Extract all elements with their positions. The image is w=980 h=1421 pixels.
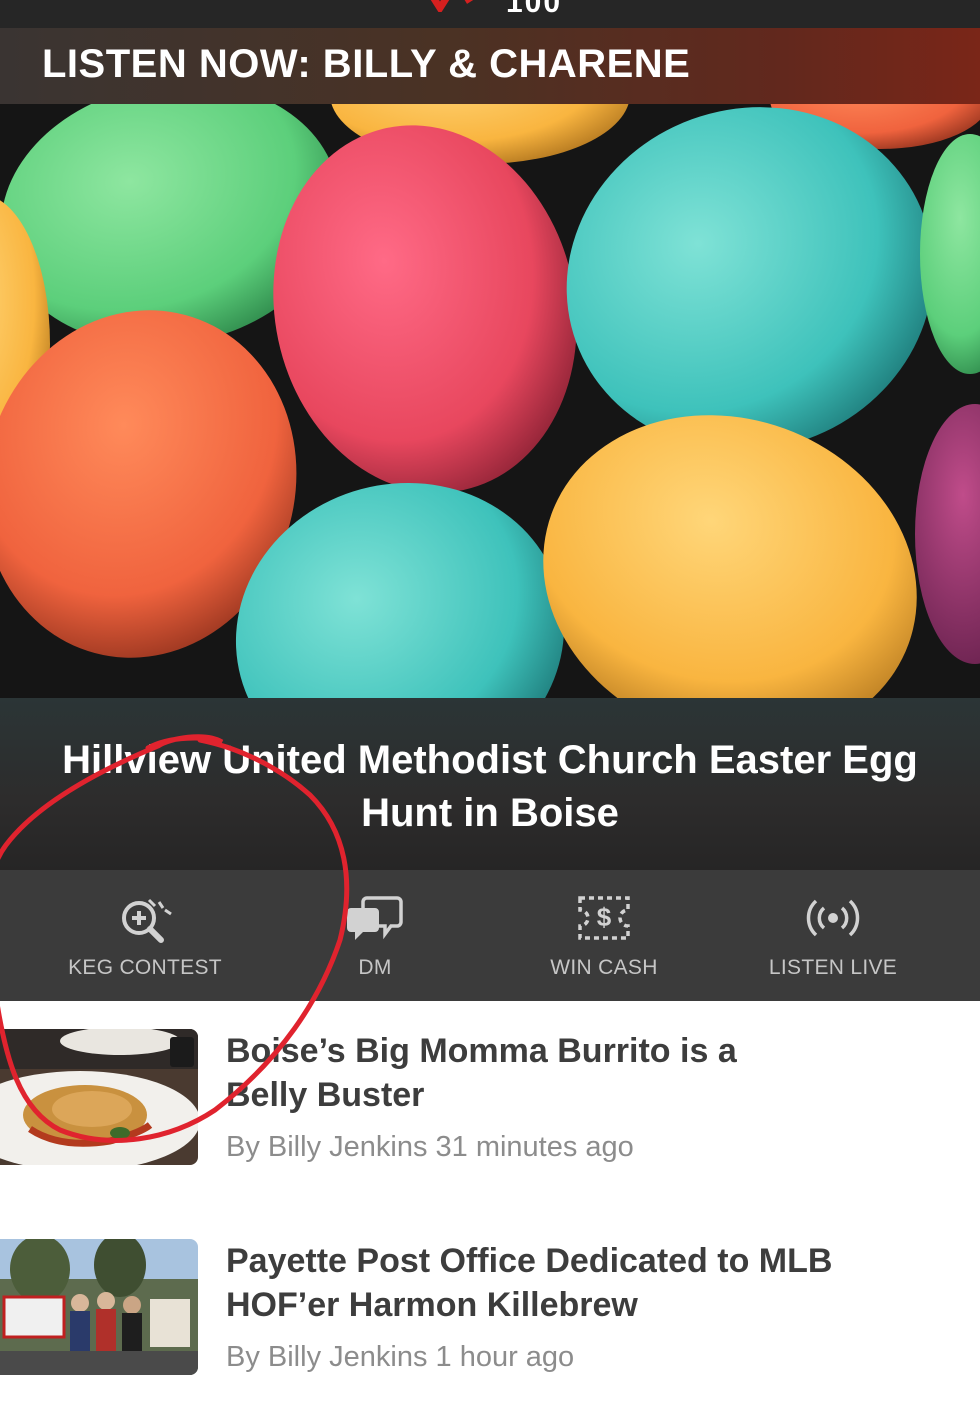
tab-listen-live[interactable]: LISTEN LIVE — [718, 870, 948, 1001]
quick-actions-bar: KEG CONTEST DM $ WIN CASH LISTEN LIVE — [0, 870, 980, 1001]
article-title[interactable]: Boise’s Big Momma Burrito is a Belly Bus… — [226, 1029, 926, 1117]
post-office-photo — [0, 1239, 198, 1375]
broadcast-icon — [806, 899, 860, 937]
article-title-line: Payette Post Office Dedicated to MLB — [226, 1242, 833, 1280]
article-title-line: Boise’s Big Momma Burrito is a — [226, 1032, 737, 1070]
article-thumbnail[interactable] — [0, 1239, 198, 1375]
tab-keg-contest[interactable]: KEG CONTEST — [30, 870, 260, 1001]
article-title[interactable]: Payette Post Office Dedicated to MLB HOF… — [226, 1239, 926, 1327]
dollar-ticket-icon: $ — [578, 896, 630, 940]
tab-label: WIN CASH — [550, 956, 658, 979]
carousel-caption[interactable]: Hillview United Methodist Church Easter … — [0, 698, 980, 870]
listen-now-banner[interactable]: LISTEN NOW: BILLY & CHARENE — [0, 28, 980, 104]
chat-bubbles-icon — [347, 896, 403, 940]
listen-now-label: LISTEN NOW: BILLY & CHARENE — [42, 42, 691, 86]
svg-text:$: $ — [597, 902, 612, 932]
article-byline: By Billy Jenkins 1 hour ago — [226, 1341, 575, 1373]
station-logo-icon — [430, 0, 473, 12]
easter-eggs-photo — [0, 104, 980, 698]
magnify-plus-icon — [122, 898, 172, 943]
app-top-bar: 100 — [0, 0, 980, 28]
tab-dm[interactable]: DM — [260, 870, 490, 1001]
tab-win-cash[interactable]: $ WIN CASH — [489, 870, 719, 1001]
article-feed: Boise’s Big Momma Burrito is a Belly Bus… — [0, 1001, 980, 1421]
carousel-caption-title: Hillview United Methodist Church Easter … — [62, 738, 918, 835]
tab-label: LISTEN LIVE — [768, 956, 898, 979]
list-item[interactable]: Payette Post Office Dedicated to MLB HOF… — [0, 1239, 980, 1419]
burrito-photo — [0, 1029, 198, 1165]
list-item[interactable]: Boise’s Big Momma Burrito is a Belly Bus… — [0, 1029, 980, 1209]
article-thumbnail[interactable] — [0, 1029, 198, 1165]
tab-label: DM — [358, 956, 392, 979]
station-logo-text: 100 — [506, 0, 563, 19]
article-byline: By Billy Jenkins 31 minutes ago — [226, 1131, 634, 1163]
carousel-hero-image[interactable] — [0, 104, 980, 698]
tab-label: KEG CONTEST — [68, 956, 222, 979]
article-title-line: Belly Buster — [226, 1076, 425, 1114]
article-title-line: HOF’er Harmon Killebrew — [226, 1286, 638, 1324]
